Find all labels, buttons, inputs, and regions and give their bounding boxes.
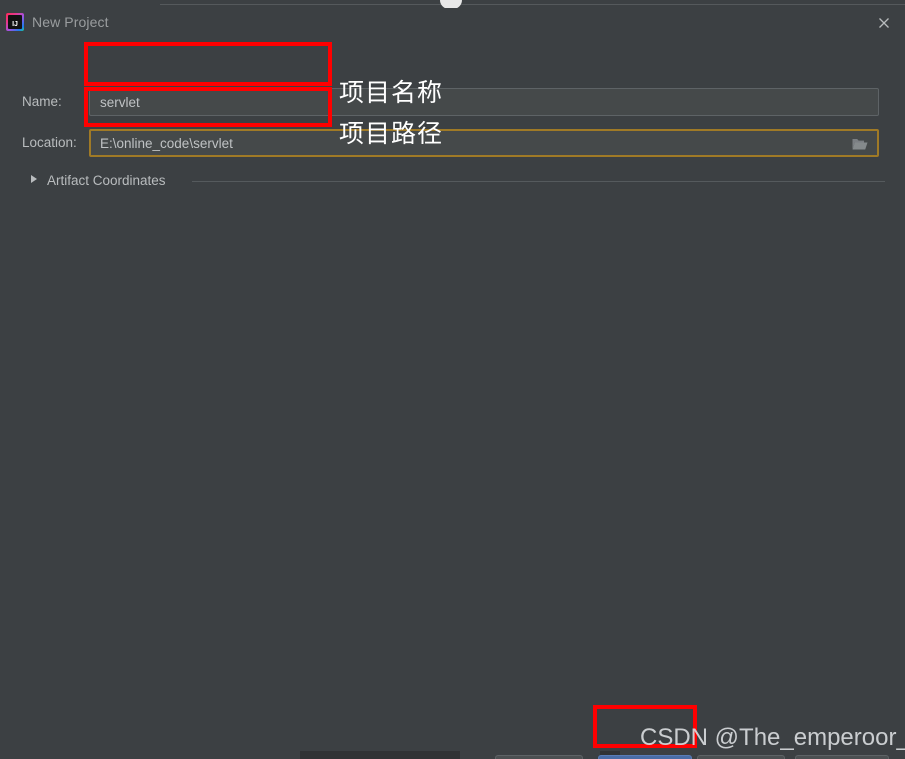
annotation-project-path: 项目路径 <box>339 119 444 148</box>
help-button[interactable]: Help <box>795 755 889 759</box>
finish-button[interactable]: Finish <box>598 755 692 759</box>
section-divider <box>192 181 885 182</box>
chevron-right-icon[interactable] <box>31 175 37 183</box>
artifact-coordinates-label[interactable]: Artifact Coordinates <box>47 172 166 190</box>
cancel-button[interactable]: Cancel <box>697 755 785 759</box>
dialog-title: New Project <box>32 14 109 30</box>
dialog-content: Name: servlet Location: E:\online_code\s… <box>0 36 905 759</box>
location-field-label: Location: <box>22 135 77 150</box>
previous-button[interactable]: Previous <box>495 755 583 759</box>
dialog-title-bar: New Project <box>0 8 905 36</box>
location-input-value: E:\online_code\servlet <box>100 136 233 151</box>
intellij-idea-icon <box>6 13 24 31</box>
name-input-value: servlet <box>100 95 140 110</box>
new-project-dialog: New Project Name: servlet Location: E:\o… <box>0 8 905 759</box>
screen-root: New Project Name: servlet Location: E:\o… <box>0 0 905 759</box>
background-separator-line <box>160 4 905 5</box>
location-input[interactable]: E:\online_code\servlet <box>89 129 879 157</box>
annotation-project-name: 项目名称 <box>339 78 444 107</box>
close-icon[interactable] <box>875 14 893 32</box>
name-input[interactable]: servlet <box>89 88 879 116</box>
folder-icon[interactable] <box>851 136 869 152</box>
background-bottom-segment <box>0 751 300 759</box>
artifact-coordinates-section[interactable]: Artifact Coordinates <box>0 171 905 191</box>
name-field-label: Name: <box>22 94 62 109</box>
